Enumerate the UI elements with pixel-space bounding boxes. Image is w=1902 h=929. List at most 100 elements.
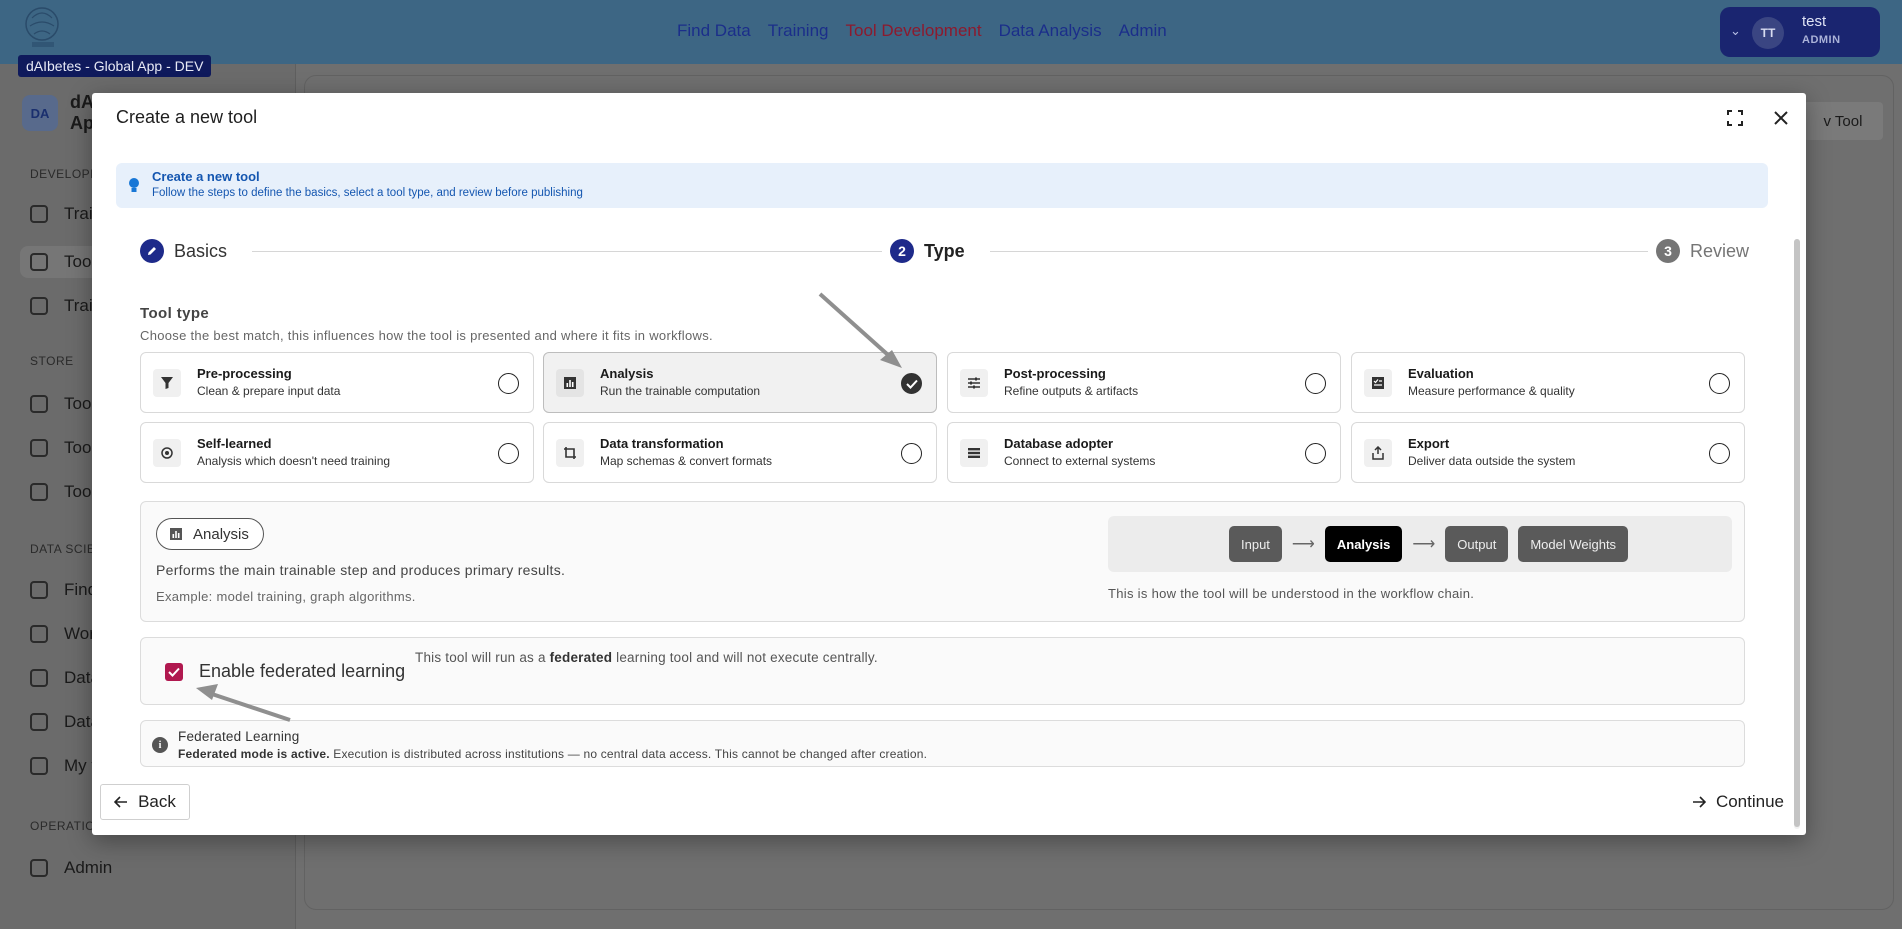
brain-logo-icon bbox=[25, 7, 59, 47]
tool-type-card-evaluation[interactable]: Evaluation Measure performance & quality bbox=[1351, 352, 1745, 413]
card-title: Evaluation bbox=[1408, 366, 1474, 381]
alert-text: Federated mode is active. Execution is d… bbox=[178, 747, 928, 761]
close-icon[interactable] bbox=[1768, 105, 1794, 131]
card-subtitle: Map schemas & convert formats bbox=[600, 454, 773, 468]
self-learn-icon bbox=[153, 439, 181, 467]
workflow-node-analysis: Analysis bbox=[1324, 526, 1403, 562]
nav-training[interactable]: Training bbox=[768, 21, 829, 41]
sidebar-item-store-tools-2[interactable]: Tool bbox=[30, 438, 95, 458]
card-title: Pre-processing bbox=[197, 366, 292, 381]
scrollbar-thumb[interactable] bbox=[1794, 239, 1800, 827]
dialog-title: Create a new tool bbox=[116, 107, 258, 127]
sidebar-item-training-2[interactable]: Trai bbox=[30, 296, 93, 316]
top-bar: Find Data Training Tool Development Data… bbox=[0, 0, 1902, 64]
step-number: 2 bbox=[890, 239, 914, 263]
radio-button[interactable] bbox=[1305, 373, 1326, 394]
card-title: Database adopter bbox=[1004, 436, 1114, 451]
chart-icon bbox=[170, 528, 182, 540]
radio-button[interactable] bbox=[498, 443, 519, 464]
tool-type-card-self-learned[interactable]: Self-learned Analysis which doesn't need… bbox=[140, 422, 534, 483]
sidebar-item-training[interactable]: Trai bbox=[30, 204, 93, 224]
app-tooltip: dAIbetes - Global App - DEV bbox=[18, 55, 212, 77]
training-icon bbox=[30, 205, 48, 223]
section-title: Tool type bbox=[140, 305, 210, 322]
card-subtitle: Refine outputs & artifacts bbox=[1004, 384, 1139, 398]
sidebar-item-store-tools-3[interactable]: Tool bbox=[30, 482, 95, 502]
stepper: Basics 2 Type 3 Review bbox=[132, 239, 1758, 263]
tool-type-card-analysis[interactable]: Analysis Run the trainable computation bbox=[543, 352, 937, 413]
federated-checkbox[interactable] bbox=[165, 663, 183, 681]
pencil-icon bbox=[140, 239, 164, 263]
radio-button[interactable] bbox=[498, 373, 519, 394]
hierarchy-icon bbox=[30, 669, 48, 687]
sidebar-item-data-2[interactable]: Data bbox=[30, 712, 100, 732]
step-basics[interactable]: Basics bbox=[132, 239, 236, 263]
sidebar-item-store-tools[interactable]: Tool bbox=[30, 394, 95, 414]
federated-info-alert: i Federated Learning Federated mode is a… bbox=[140, 720, 1745, 767]
info-icon: i bbox=[152, 737, 168, 753]
arrow-right-icon bbox=[1692, 796, 1706, 808]
admin-icon bbox=[30, 859, 48, 877]
workflow-node-model-weights: Model Weights bbox=[1518, 526, 1629, 562]
user-menu[interactable]: ⌄ TT test ADMIN bbox=[1720, 7, 1880, 57]
continue-button[interactable]: Continue bbox=[1692, 784, 1784, 820]
tool-type-preview: Analysis Performs the main trainable ste… bbox=[140, 501, 1745, 622]
chevron-down-icon: ⌄ bbox=[1730, 23, 1741, 38]
step-type[interactable]: 2 Type bbox=[882, 239, 973, 263]
card-title: Export bbox=[1408, 436, 1450, 451]
sidebar-section-development: DEVELOPM bbox=[30, 167, 101, 181]
create-tool-dialog: Create a new tool Create a new tool Foll… bbox=[92, 93, 1806, 835]
arrow-left-icon bbox=[114, 796, 128, 808]
step-connector bbox=[252, 251, 892, 252]
tool-type-card-pre-processing[interactable]: Pre-processing Clean & prepare input dat… bbox=[140, 352, 534, 413]
dialog-scrollbar[interactable] bbox=[1794, 239, 1800, 829]
step-label-basics: Basics bbox=[174, 240, 228, 261]
tool-type-card-data-transformation[interactable]: Data transformation Map schemas & conver… bbox=[543, 422, 937, 483]
sidebar-item-workflows[interactable]: Wor bbox=[30, 624, 95, 644]
tool-type-card-database-adopter[interactable]: Database adopter Connect to external sys… bbox=[947, 422, 1341, 483]
federated-checkbox-label[interactable]: Enable federated learning bbox=[199, 661, 405, 682]
avatar: TT bbox=[1752, 17, 1784, 49]
sidebar-item-admin[interactable]: Admin bbox=[30, 858, 112, 878]
nav-data-analysis[interactable]: Data Analysis bbox=[999, 21, 1102, 41]
section-subtitle: Choose the best match, this influences h… bbox=[140, 328, 713, 343]
nav-admin[interactable]: Admin bbox=[1119, 21, 1167, 41]
back-button[interactable]: Back bbox=[100, 784, 190, 820]
share-icon bbox=[1364, 439, 1392, 467]
folder-icon bbox=[30, 757, 48, 775]
search-icon bbox=[30, 581, 48, 599]
tool-icon bbox=[30, 253, 48, 271]
card-subtitle: Analysis which doesn't need training bbox=[197, 454, 391, 468]
tool-type-card-export[interactable]: Export Deliver data outside the system bbox=[1351, 422, 1745, 483]
sliders-icon bbox=[960, 369, 988, 397]
fullscreen-icon[interactable] bbox=[1722, 105, 1748, 131]
nav-find-data[interactable]: Find Data bbox=[677, 21, 751, 41]
sidebar-item-data[interactable]: Data bbox=[30, 668, 100, 688]
card-title: Data transformation bbox=[600, 436, 724, 451]
radio-button-checked[interactable] bbox=[901, 373, 922, 394]
workspace-avatar: DA bbox=[22, 95, 58, 131]
filter-icon bbox=[153, 369, 181, 397]
card-title: Analysis bbox=[600, 366, 654, 381]
radio-button[interactable] bbox=[1709, 443, 1730, 464]
card-subtitle: Connect to external systems bbox=[1004, 454, 1156, 468]
user-name: test bbox=[1802, 13, 1827, 30]
background-new-tool-button[interactable]: v Tool bbox=[1803, 102, 1883, 140]
sidebar-item-my-files[interactable]: My f bbox=[30, 756, 96, 776]
shapes-icon bbox=[30, 439, 48, 457]
workflow-node-input: Input bbox=[1229, 526, 1282, 562]
checklist-icon bbox=[1364, 369, 1392, 397]
radio-button[interactable] bbox=[901, 443, 922, 464]
radio-button[interactable] bbox=[1709, 373, 1730, 394]
sidebar-item-find[interactable]: Find bbox=[30, 580, 97, 600]
nav-tool-development[interactable]: Tool Development bbox=[846, 21, 982, 41]
step-label-review: Review bbox=[1690, 240, 1750, 261]
step-review[interactable]: 3 Review bbox=[1648, 239, 1758, 263]
step-number: 3 bbox=[1656, 239, 1680, 263]
training-icon bbox=[30, 297, 48, 315]
workflow-node-output: Output bbox=[1445, 526, 1509, 562]
user-role-badge: ADMIN bbox=[1802, 34, 1841, 46]
federated-note: This tool will run as a federated learni… bbox=[415, 650, 878, 665]
tool-type-card-post-processing[interactable]: Post-processing Refine outputs & artifac… bbox=[947, 352, 1341, 413]
radio-button[interactable] bbox=[1305, 443, 1326, 464]
